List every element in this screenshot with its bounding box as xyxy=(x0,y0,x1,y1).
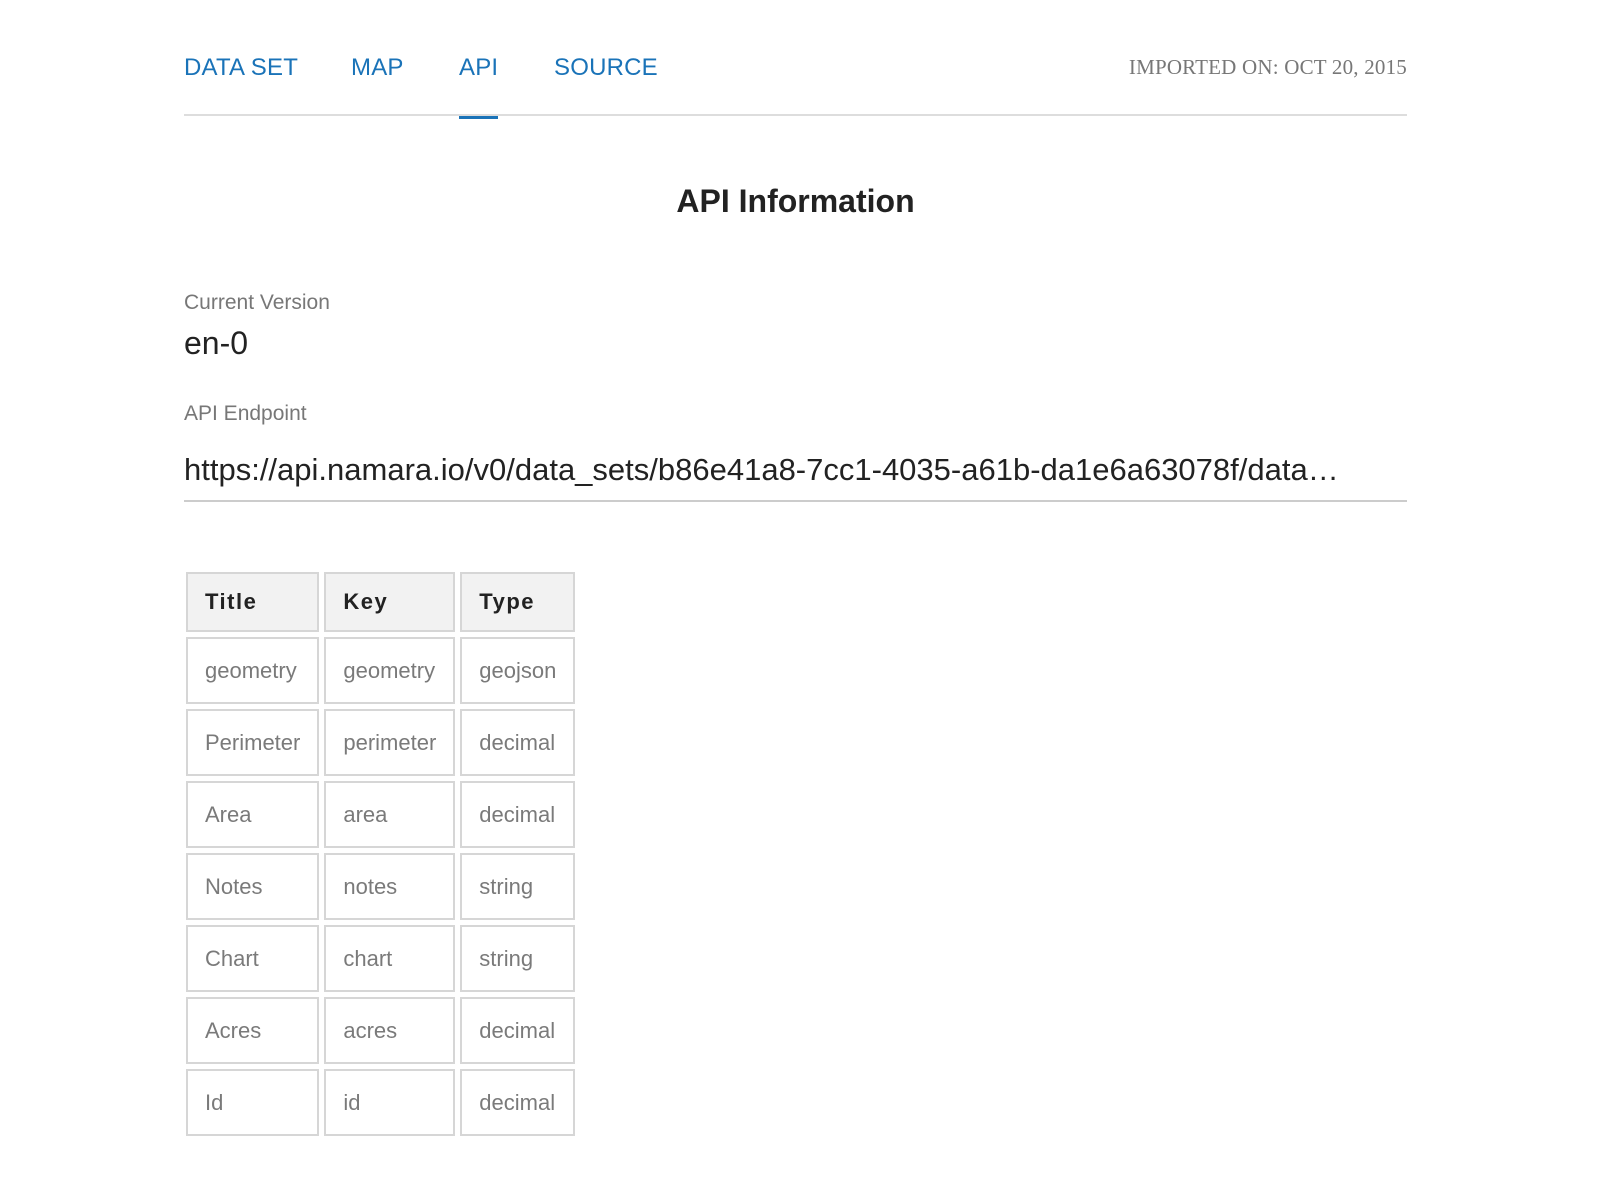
current-version-value: en-0 xyxy=(184,325,249,361)
table-cell-key: acres xyxy=(324,997,456,1064)
table-cell-title: Id xyxy=(186,1069,320,1136)
table-cell-type: decimal xyxy=(460,781,576,848)
table-cell-title: Perimeter xyxy=(186,709,320,776)
column-header-key: Key xyxy=(324,572,456,632)
table-cell-key: area xyxy=(324,781,456,848)
table-cell-key: chart xyxy=(324,925,456,992)
table-row: geometry geometry geojson xyxy=(186,637,576,704)
table-row: Perimeter perimeter decimal xyxy=(186,709,576,776)
column-header-type: Type xyxy=(460,572,576,632)
table-cell-key: notes xyxy=(324,853,456,920)
table-cell-title: geometry xyxy=(186,637,320,704)
table-cell-key: geometry xyxy=(324,637,456,704)
table-cell-type: string xyxy=(460,853,576,920)
page-container: DATA SET MAP API SOURCE IMPORTED ON: OCT… xyxy=(184,0,1407,1136)
table-cell-type: geojson xyxy=(460,637,576,704)
table-row: Chart chart string xyxy=(186,925,576,992)
imported-date: IMPORTED ON: OCT 20, 2015 xyxy=(1128,55,1407,79)
page-title: API Information xyxy=(676,183,915,219)
tab-source[interactable]: SOURCE xyxy=(554,52,658,84)
api-endpoint-label: API Endpoint xyxy=(184,402,307,425)
api-fields-table: Title Key Type geometry geometry geojson… xyxy=(181,567,580,1141)
tab-api[interactable]: API xyxy=(459,52,499,119)
table-cell-type: decimal xyxy=(460,709,576,776)
table-cell-title: Acres xyxy=(186,997,320,1064)
table-row: Notes notes string xyxy=(186,853,576,920)
table-cell-title: Notes xyxy=(186,853,320,920)
table-row: Acres acres decimal xyxy=(186,997,576,1064)
table-cell-title: Area xyxy=(186,781,320,848)
current-version-label: Current Version xyxy=(184,291,330,314)
table-row: Id id decimal xyxy=(186,1069,576,1136)
table-cell-key: id xyxy=(324,1069,456,1136)
dataset-tabs-nav: DATA SET MAP API SOURCE IMPORTED ON: OCT… xyxy=(184,0,1407,119)
table-header-row: Title Key Type xyxy=(186,572,576,632)
table-cell-type: decimal xyxy=(460,997,576,1064)
table-row: Area area decimal xyxy=(186,781,576,848)
tab-map[interactable]: MAP xyxy=(351,52,404,84)
table-cell-key: perimeter xyxy=(324,709,456,776)
column-header-title: Title xyxy=(186,572,320,632)
tab-data-set[interactable]: DATA SET xyxy=(184,52,298,84)
table-cell-type: string xyxy=(460,925,576,992)
table-cell-title: Chart xyxy=(186,925,320,992)
table-cell-type: decimal xyxy=(460,1069,576,1136)
api-endpoint-field[interactable] xyxy=(184,440,1407,502)
